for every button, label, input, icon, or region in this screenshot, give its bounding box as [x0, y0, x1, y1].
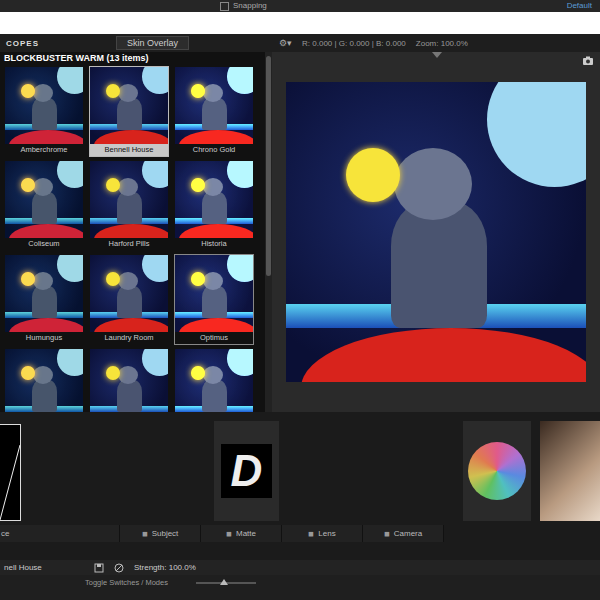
curves-tile[interactable] — [0, 424, 21, 521]
camera-icon[interactable] — [582, 56, 594, 66]
preview-image — [175, 161, 253, 238]
preview-image — [5, 67, 83, 144]
snapping-checkbox[interactable] — [220, 2, 229, 11]
look-label: Laundry Room — [90, 332, 168, 344]
marker-icon — [432, 52, 442, 58]
tool-chain: D ce ◼Subject◼Matte◼Lens◼Camera — [0, 412, 600, 560]
look-label: Bennell House — [90, 144, 168, 156]
look-thumb[interactable]: Chrono Gold — [174, 66, 254, 157]
app-window: Snapping Default COPES Skin Overlay ⚙▾ R… — [0, 0, 600, 600]
tool-tab[interactable]: ◼Camera — [363, 525, 444, 542]
tool-tabs: ce ◼Subject◼Matte◼Lens◼Camera — [0, 525, 600, 542]
bypass-icon[interactable] — [114, 563, 124, 573]
zoom-slider[interactable] — [196, 582, 256, 584]
look-label: Chrono Gold — [175, 144, 253, 156]
look-thumb[interactable]: Historia — [174, 160, 254, 251]
gap-band — [0, 12, 600, 34]
look-label: Coliseum — [5, 238, 83, 250]
look-label: Harford Pills — [90, 238, 168, 250]
look-thumb[interactable] — [4, 348, 84, 412]
save-icon[interactable] — [94, 563, 104, 573]
zoom-readout: Zoom: 100.0% — [416, 39, 468, 48]
tab-icon: ◼ — [142, 530, 148, 538]
tab-icon: ◼ — [308, 530, 314, 538]
preview-image — [90, 255, 168, 332]
tab-icon: ◼ — [384, 530, 390, 538]
preview-image — [5, 349, 83, 412]
preview-image — [175, 67, 253, 144]
tool-tab[interactable]: ◼Lens — [282, 525, 363, 542]
tool-tab[interactable]: ce — [0, 525, 120, 542]
tool-tab[interactable]: ◼Matte — [201, 525, 282, 542]
preview-image — [90, 349, 168, 412]
preview-image — [90, 161, 168, 238]
main-area: BLOCKBUSTER WARM (13 items) Amberchrome … — [0, 52, 600, 412]
preview-image — [90, 67, 168, 144]
workspace-label[interactable]: Default — [567, 2, 592, 10]
looks-header: COPES Skin Overlay ⚙▾ R: 0.000 | G: 0.00… — [0, 34, 600, 52]
look-thumb[interactable]: Bennell House — [89, 66, 169, 157]
diffusion-tile[interactable]: D — [214, 421, 279, 521]
look-thumb[interactable]: Harford Pills — [89, 160, 169, 251]
preview-image — [175, 349, 253, 412]
category-title: BLOCKBUSTER WARM (13 items) — [4, 52, 261, 66]
rgb-readout: R: 0.000 | G: 0.000 | B: 0.000 — [302, 39, 406, 48]
skin-overlay-tab[interactable]: Skin Overlay — [116, 36, 189, 50]
scrollbar[interactable] — [265, 52, 272, 412]
look-label: Historia — [175, 238, 253, 250]
look-label: Humungus — [5, 332, 83, 344]
curve-icon — [0, 425, 20, 520]
tab-icon: ◼ — [226, 530, 232, 538]
snapping-label: Snapping — [233, 2, 267, 10]
look-label: Amberchrome — [5, 144, 83, 156]
look-thumb[interactable]: Optimus — [174, 254, 254, 345]
preset-name: nell House — [4, 563, 84, 572]
viewer — [272, 52, 600, 412]
scopes-label[interactable]: COPES — [6, 39, 106, 48]
look-thumb[interactable]: Laundry Room — [89, 254, 169, 345]
color-wheel-tile[interactable] — [463, 421, 531, 521]
gradient-tile[interactable] — [540, 421, 600, 521]
preview-image — [5, 161, 83, 238]
preview-image — [286, 82, 586, 382]
preview-image — [5, 255, 83, 332]
looks-grid: Amberchrome Bennell House Chrono Gold Co… — [4, 66, 261, 412]
status-bar: nell House Strength: 100.0% — [0, 560, 600, 575]
ae-toolbar: Snapping Default — [0, 0, 600, 12]
gear-icon[interactable]: ⚙▾ — [279, 38, 292, 48]
look-thumb[interactable] — [174, 348, 254, 412]
look-thumb[interactable]: Amberchrome — [4, 66, 84, 157]
strength-value[interactable]: Strength: 100.0% — [134, 563, 196, 572]
preview-image — [175, 255, 253, 332]
looks-browser: BLOCKBUSTER WARM (13 items) Amberchrome … — [0, 52, 265, 412]
tool-tab[interactable]: ◼Subject — [120, 525, 201, 542]
look-thumb[interactable] — [89, 348, 169, 412]
ae-bottom-bar: Toggle Switches / Modes — [0, 575, 600, 600]
look-thumb[interactable]: Coliseum — [4, 160, 84, 251]
look-thumb[interactable]: Humungus — [4, 254, 84, 345]
toggle-switches[interactable]: Toggle Switches / Modes — [85, 578, 168, 587]
look-label: Optimus — [175, 332, 253, 344]
